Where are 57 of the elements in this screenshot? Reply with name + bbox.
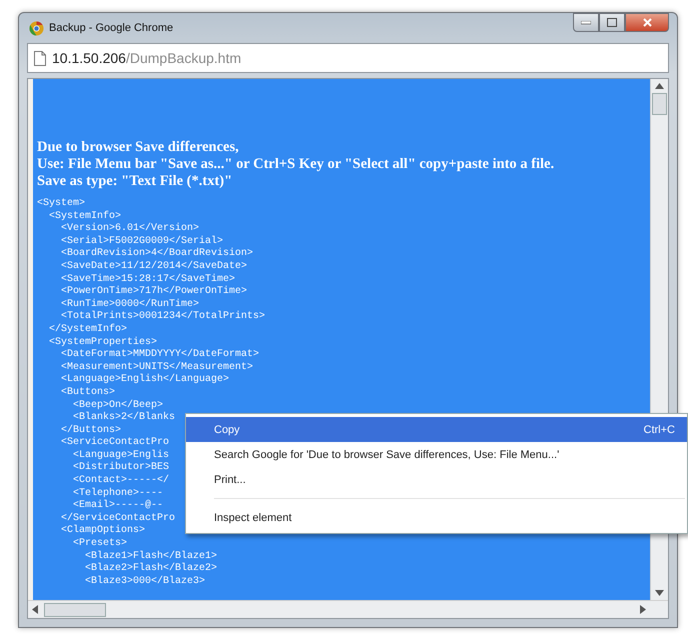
code-line: <ClampOptions> — [61, 525, 146, 538]
code-line: </SystemInfo> — [49, 324, 128, 336]
code-line: <SaveTime>15:28:17</SaveTime> — [61, 274, 236, 286]
scrollbar-thumb[interactable] — [44, 602, 106, 616]
code-line: <Telephone>---- — [73, 488, 164, 500]
scroll-left-icon — [32, 605, 38, 614]
code-line: <Version>6.01</Version> — [61, 223, 200, 236]
menu-item[interactable]: Print... — [186, 467, 687, 492]
code-line: <ServiceContactPro — [61, 437, 170, 450]
notice-text: Use: File Menu bar "Save as..." or Ctrl+S Key or "Select all" copy+paste into a file. — [37, 156, 554, 173]
scroll-down-icon — [655, 590, 664, 596]
code-line: <Language>Englis — [73, 450, 170, 462]
scroll-up-icon — [655, 83, 664, 89]
code-line: <DateFormat>MMDDYYYY</DateFormat> — [61, 349, 260, 362]
notice-text: Due to browser Save differences, — [37, 139, 239, 156]
browser-logo-icon — [29, 20, 44, 36]
code-line: <SystemInfo> — [49, 210, 122, 222]
code-line: </ServiceContactPro — [61, 512, 176, 524]
close-button[interactable] — [625, 13, 669, 32]
window-title: Backup - Google Chrome — [49, 22, 174, 34]
address-bar[interactable]: 10.1.50.206/DumpBackup.htm — [27, 43, 669, 73]
code-line: <PowerOnTime>717h</PowerOnTime> — [61, 286, 248, 298]
maximize-button[interactable] — [599, 13, 625, 32]
minimize-button[interactable] — [573, 13, 599, 32]
code-line: <TotalPrints>0001234</TotalPrints> — [61, 311, 266, 324]
code-line: <Measurement>UNITS</Measurement> — [61, 362, 254, 374]
shortcut-label: Ctrl+C — [644, 424, 675, 436]
code-line: <Email>-----@-- — [73, 500, 164, 512]
url-text: 10.1.50.206/DumpBackup.htm — [52, 50, 242, 66]
code-line: <Blaze2>Flash</Blaze2> — [85, 563, 218, 576]
code-line: <System> — [37, 198, 86, 210]
code-line: <Language>English</Language> — [61, 374, 230, 387]
menu-item[interactable]: Inspect element — [186, 505, 687, 530]
code-line: <SaveDate>11/12/2014</SaveDate> — [61, 260, 248, 274]
code-line: <Beep>On</Beep> — [73, 400, 164, 412]
menu-item[interactable]: Search Google for 'Due to browser Save differences, Use: File Menu...' — [186, 442, 687, 467]
maximize-icon — [607, 18, 617, 27]
code-line: <Buttons> — [61, 386, 116, 400]
code-line: <BoardRevision>4</BoardRevision> — [61, 248, 254, 260]
scrollbar-thumb[interactable] — [652, 93, 667, 115]
code-line: <Blanks>2</Blanks — [73, 412, 176, 424]
code-line: <Serial>F5002G0009</Serial> — [61, 236, 224, 248]
code-line: <RunTime>0000</RunTime> — [61, 298, 200, 310]
code-line: <SystemProperties> — [49, 336, 158, 348]
close-icon — [642, 18, 652, 27]
menu-item[interactable]: Copy Ctrl+C — [186, 417, 687, 442]
notice-text: Save as type: "Text File (*.txt)" — [37, 173, 232, 190]
code-line: <Presets> — [73, 538, 128, 550]
minimize-icon — [581, 20, 591, 24]
scroll-right-icon — [640, 605, 646, 614]
page-icon — [34, 50, 46, 66]
horizontal-scrollbar[interactable] — [28, 600, 668, 618]
code-line: <Blaze3>000</Blaze3> — [85, 576, 206, 588]
code-line: <Blaze1>Flash</Blaze1> — [85, 550, 218, 562]
code-line: <Contact>-----</ — [73, 475, 170, 488]
code-line: <Distributor>BES — [73, 462, 170, 474]
code-line: </Buttons> — [61, 424, 122, 436]
